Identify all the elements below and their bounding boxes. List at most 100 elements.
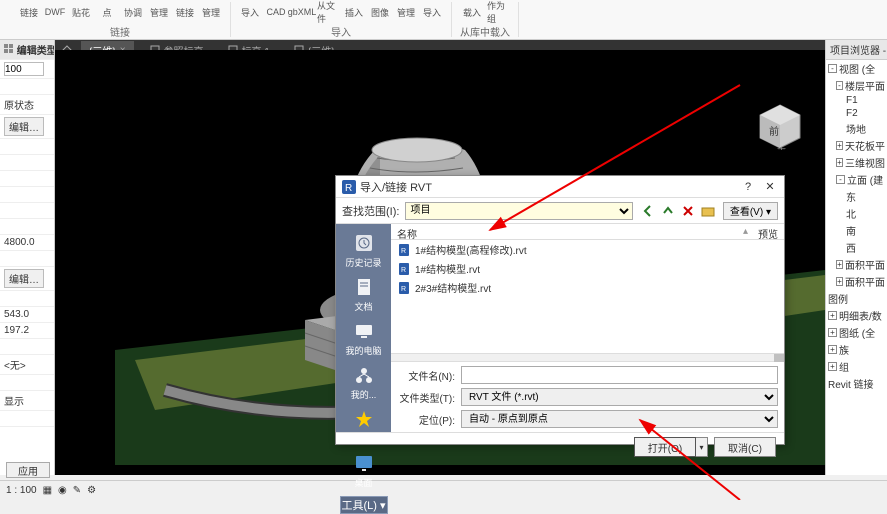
tree-node[interactable]: 东 [826, 188, 887, 205]
sidebar-my-network[interactable]: 我的... [340, 360, 388, 404]
look-in-combo[interactable]: 项目 [405, 202, 632, 220]
back-icon[interactable] [639, 202, 657, 220]
file-row[interactable]: R1#结构模型(高程修改).rvt [391, 240, 784, 259]
prop-show[interactable]: 显示 [0, 391, 54, 411]
tree-node[interactable]: Revit 链接 [826, 375, 887, 392]
tree-toggle-icon[interactable]: - [836, 175, 845, 184]
rb-asgroup[interactable]: 作为组 [487, 2, 509, 22]
rb-link2[interactable]: 链接 [174, 2, 196, 22]
rb-link[interactable]: 链接 [18, 2, 40, 22]
rb-decal[interactable]: 贴花 [70, 2, 92, 22]
file-row[interactable]: R1#结构模型.rvt [391, 259, 784, 278]
tree-node[interactable]: +面积平面 [826, 256, 887, 273]
open-button[interactable]: 打开(O) [634, 437, 696, 457]
tree-node[interactable]: -立面 (建 [826, 171, 887, 188]
tree-node[interactable]: +组 [826, 358, 887, 375]
rb-fromfile[interactable]: 从文件 [317, 2, 339, 22]
apply-button[interactable]: 应用 [6, 462, 50, 478]
scale-input[interactable] [4, 62, 44, 76]
tree-node[interactable]: -视图 (全 [826, 60, 887, 77]
file-row[interactable]: R2#3#结构模型.rvt [391, 278, 784, 297]
tree-node[interactable]: +三维视图 [826, 154, 887, 171]
tree-node[interactable]: +族 [826, 341, 887, 358]
rb-manage2[interactable]: 管理 [200, 2, 222, 22]
tree-toggle-icon[interactable]: + [836, 260, 843, 269]
file-header[interactable]: 名称 ▴ 预览 [391, 224, 784, 240]
tree-toggle-icon[interactable]: + [836, 158, 843, 167]
close-button[interactable]: ✕ [762, 179, 778, 195]
sidebar-favorites[interactable]: 收藏夹 [340, 404, 388, 448]
rb-image[interactable]: 图像 [369, 2, 391, 22]
prop-edit2[interactable]: 编辑… [0, 267, 54, 291]
file-list[interactable]: R1#结构模型(高程修改).rvtR1#结构模型.rvtR2#3#结构模型.rv… [391, 240, 784, 353]
sidebar-history[interactable]: 历史记录 [340, 228, 388, 272]
my-network-icon [352, 363, 376, 387]
prop-edit-btn[interactable]: 编辑… [0, 115, 54, 139]
tree-node[interactable]: 西 [826, 239, 887, 256]
rb-import2[interactable]: 导入 [421, 2, 443, 22]
tree-node[interactable]: +天花板平 [826, 137, 887, 154]
cancel-button[interactable]: 取消(C) [714, 437, 776, 457]
prop-edit-type[interactable]: 编辑类型 [0, 40, 54, 60]
file-scroll[interactable] [391, 353, 784, 361]
up-icon[interactable] [659, 202, 677, 220]
sb-icon-3[interactable]: ✎ [73, 485, 81, 496]
sidebar-desktop[interactable]: 桌面 [340, 448, 388, 492]
new-folder-icon[interactable] [699, 202, 717, 220]
tree-node[interactable]: +面积平面 [826, 273, 887, 290]
rb-load[interactable]: 载入 [461, 2, 483, 22]
filename-input[interactable] [461, 366, 778, 384]
sb-icon-4[interactable]: ⚙ [87, 485, 96, 496]
delete-icon[interactable] [679, 202, 697, 220]
prop-detail[interactable]: 原状态 [0, 95, 54, 115]
prop-none[interactable]: <无> [0, 355, 54, 375]
rb-cad[interactable]: CAD [265, 2, 287, 22]
tree-label: F2 [846, 108, 858, 119]
rb-insert[interactable]: 插入 [343, 2, 365, 22]
help-button[interactable]: ? [740, 179, 756, 195]
status-scale[interactable]: 1 : 100 [6, 485, 37, 496]
view-button[interactable]: 查看(V) ▾ [723, 202, 778, 220]
tree-node[interactable]: +图纸 (全 [826, 324, 887, 341]
rb-import[interactable]: 导入 [239, 2, 261, 22]
tools-dropdown[interactable]: 工具(L) ▾ [340, 496, 388, 514]
view-cube[interactable]: 前 南 [755, 100, 805, 150]
position-select[interactable]: 自动 - 原点到原点 [461, 410, 778, 428]
rb-coord[interactable]: 协调 [122, 2, 144, 22]
tree-toggle-icon[interactable]: - [836, 81, 843, 90]
filetype-select[interactable]: RVT 文件 (*.rvt) [461, 388, 778, 406]
tree-toggle-icon[interactable]: + [828, 311, 837, 320]
tree-toggle-icon[interactable]: + [828, 362, 837, 371]
tree-toggle-icon[interactable]: + [828, 328, 837, 337]
dialog-toolbar: 查找范围(I): 项目 查看(V) ▾ [336, 198, 784, 224]
tree-toggle-icon[interactable]: - [828, 64, 837, 73]
tree-toggle-icon[interactable]: + [836, 277, 843, 286]
open-dropdown[interactable]: ▾ [696, 437, 708, 457]
sidebar-documents[interactable]: 文档 [340, 272, 388, 316]
rb-manage3[interactable]: 管理 [395, 2, 417, 22]
tree-node[interactable]: F1 [826, 94, 887, 107]
rb-dwf[interactable]: DWF [44, 2, 66, 22]
rb-manage1[interactable]: 管理 [148, 2, 170, 22]
rb-point[interactable]: 点 [96, 2, 118, 22]
tree-node[interactable]: 北 [826, 205, 887, 222]
dialog-titlebar[interactable]: R 导入/链接 RVT ? ✕ [336, 176, 784, 198]
prop-scale[interactable] [0, 60, 54, 79]
tree-label: 东 [846, 189, 856, 204]
tree-node[interactable]: F2 [826, 107, 887, 120]
sb-icon-2[interactable]: ◉ [58, 485, 67, 496]
tree-node[interactable]: 场地 [826, 120, 887, 137]
tree-node[interactable]: 南 [826, 222, 887, 239]
tree-node[interactable]: +明细表/数 [826, 307, 887, 324]
sidebar-my-computer[interactable]: 我的电脑 [340, 316, 388, 360]
look-in-select[interactable]: 项目 [405, 202, 632, 220]
col-name[interactable]: 名称 [397, 226, 743, 237]
dialog-title: 导入/链接 RVT [360, 179, 740, 195]
tree-node[interactable]: -楼层平面 [826, 77, 887, 94]
tree-toggle-icon[interactable]: + [828, 345, 837, 354]
tree-node[interactable]: 图例 [826, 290, 887, 307]
sb-icon-1[interactable]: ▦ [43, 485, 52, 496]
tree-toggle-icon[interactable]: + [836, 141, 843, 150]
sidebar-label: 历史记录 [345, 256, 381, 269]
rb-gbxml[interactable]: gbXML [291, 2, 313, 22]
